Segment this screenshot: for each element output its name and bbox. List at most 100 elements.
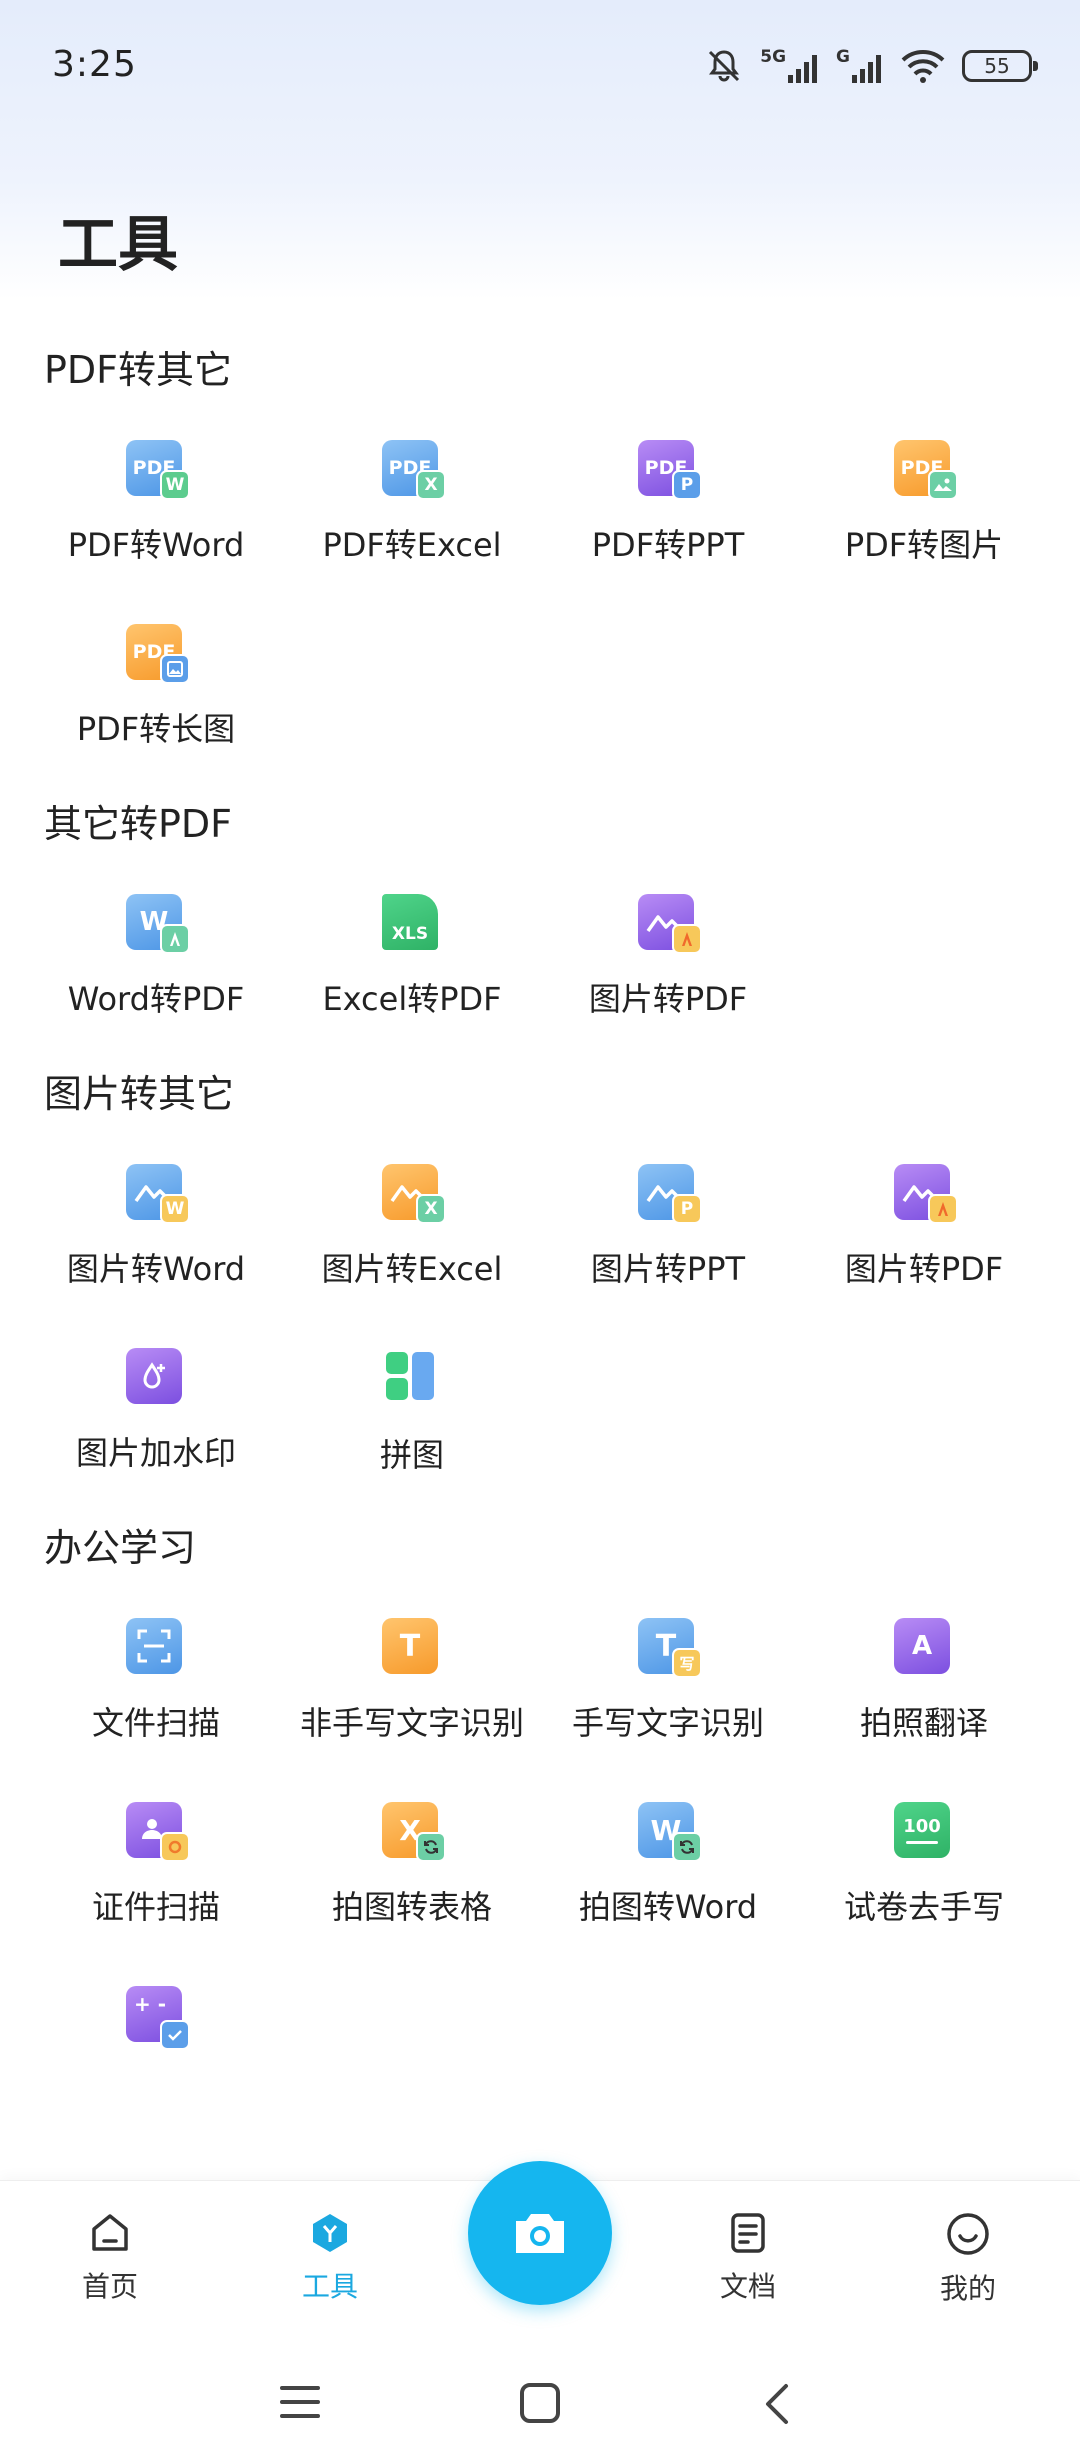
smiley-profile-icon	[947, 2213, 989, 2255]
icon-main: T	[382, 1618, 438, 1674]
network-g-label: G	[836, 47, 850, 67]
nav-docs[interactable]: 文档	[688, 2211, 808, 2305]
refresh-badge-icon	[416, 1832, 446, 1862]
tool-photo-translate[interactable]: A 拍照翻译	[796, 1618, 1052, 1744]
tool-pdf-to-image[interactable]: PDF PDF转图片	[796, 440, 1052, 566]
pdf-to-ppt-icon: PDF P	[638, 440, 702, 500]
tool-image-to-word[interactable]: W 图片转Word	[28, 1164, 284, 1290]
section-title: 图片转其它	[44, 1072, 235, 1116]
status-bar: 3:25 5G G 55	[0, 0, 1080, 130]
tool-image-to-ppt[interactable]: P 图片转PPT	[540, 1164, 796, 1290]
tool-id-scan[interactable]: 证件扫描	[28, 1802, 284, 1928]
status-time: 3:25	[52, 44, 137, 85]
tool-erase-handwriting[interactable]: 100 试卷去手写	[796, 1802, 1052, 1928]
tool-image-to-excel[interactable]: X 图片转Excel	[284, 1164, 540, 1290]
image-to-excel-icon: X	[382, 1164, 446, 1224]
collage-icon	[382, 1348, 442, 1408]
tool-label: 非手写文字识别	[299, 1704, 524, 1742]
tool-document-scan[interactable]: 文件扫描	[28, 1618, 284, 1744]
tool-image-watermark[interactable]: 图片加水印	[28, 1348, 284, 1474]
tool-label: 图片加水印	[75, 1434, 236, 1472]
tool-pdf-to-word[interactable]: PDF W PDF转Word	[28, 440, 284, 566]
icon-badge: P	[672, 1194, 702, 1224]
signal-g-icon: G	[836, 47, 884, 85]
section-title: 其它转PDF	[44, 802, 233, 846]
system-nav-bar	[0, 2340, 1080, 2460]
score-text: 100	[903, 1816, 941, 1837]
tool-pdf-to-ppt[interactable]: PDF P PDF转PPT	[540, 440, 796, 566]
calculator-icon: + -	[126, 1986, 190, 2050]
section-pdf-to-other: PDF转其它 PDF W PDF转Word PDF X PDF转Excel PD…	[0, 330, 1080, 784]
long-image-badge-icon	[160, 654, 190, 684]
tools-hexagon-icon	[313, 2214, 347, 2252]
pdf-to-long-image-icon: PDF	[126, 624, 190, 684]
bottom-nav: 首页 工具 文档 我的	[0, 2161, 1080, 2340]
tool-photo-to-word[interactable]: W 拍图转Word	[540, 1802, 796, 1928]
tool-photo-to-table[interactable]: X 拍图转表格	[284, 1802, 540, 1928]
camera-button[interactable]	[468, 2161, 612, 2305]
image-to-pdf-icon	[638, 894, 702, 954]
nav-home[interactable]: 首页	[50, 2211, 170, 2305]
icon-badge: X	[416, 470, 446, 500]
tool-label: 图片转PDF	[844, 1250, 1004, 1288]
image-badge-icon	[928, 470, 958, 500]
nav-label: 首页	[81, 2270, 138, 2303]
page-title: 工具	[58, 210, 178, 280]
scan-icon	[126, 1618, 186, 1676]
icon-main: 100	[894, 1802, 950, 1858]
nav-mine[interactable]: 我的	[908, 2211, 1028, 2307]
section-title: 办公学习	[44, 1526, 197, 1570]
signal-5g-icon: 5G	[760, 47, 820, 85]
back-chevron-icon[interactable]	[760, 2382, 796, 2426]
icon-main: XLS	[382, 894, 438, 950]
tool-pdf-to-excel[interactable]: PDF X PDF转Excel	[284, 440, 540, 566]
icon-badge: W	[160, 470, 190, 500]
tool-label: PDF转Word	[67, 526, 245, 564]
menu-icon[interactable]	[278, 2382, 322, 2422]
tool-label: Word转PDF	[67, 980, 245, 1018]
watermark-icon	[126, 1348, 186, 1406]
tool-calculator[interactable]: + -	[28, 1986, 284, 2112]
acrobat-badge-icon	[672, 924, 702, 954]
check-badge-icon	[160, 2020, 190, 2050]
tool-label: 拍图转Word	[578, 1888, 758, 1926]
nav-label: 我的	[939, 2272, 996, 2305]
status-icons: 5G G 55	[704, 44, 1038, 88]
tool-label: 拍照翻译	[859, 1704, 988, 1742]
pdf-to-image-icon: PDF	[894, 440, 958, 500]
text-ocr-icon: T	[382, 1618, 442, 1676]
icon-badge: 写	[672, 1648, 702, 1678]
scan-frame-icon	[126, 1618, 182, 1674]
tool-excel-to-pdf[interactable]: XLS Excel转PDF	[284, 894, 540, 1020]
pdf-to-excel-icon: PDF X	[382, 440, 446, 500]
tool-label: PDF转PPT	[591, 526, 745, 564]
tool-label: 手写文字识别	[571, 1704, 764, 1742]
home-square-icon[interactable]	[518, 2382, 562, 2424]
tool-image-to-pdf-2[interactable]: 图片转PDF	[796, 1164, 1052, 1290]
tool-handwriting-ocr[interactable]: T 写 手写文字识别	[540, 1618, 796, 1744]
tool-text-ocr[interactable]: T 非手写文字识别	[284, 1618, 540, 1744]
word-to-pdf-icon: W	[126, 894, 190, 954]
icon-badge: P	[672, 470, 702, 500]
camera-icon	[516, 2214, 564, 2253]
exam-paper-icon: 100	[894, 1802, 954, 1860]
tool-label: 试卷去手写	[843, 1888, 1004, 1926]
image-to-word-icon: W	[126, 1164, 190, 1224]
nav-tools[interactable]: 工具	[270, 2211, 390, 2305]
nav-label: 工具	[301, 2270, 358, 2303]
tool-collage[interactable]: 拼图	[284, 1348, 540, 1474]
tools-page: 3:25 5G G 55 工具 PDF转其它 PDF W PDF转Word PD…	[0, 0, 1080, 2460]
tool-label: 文件扫描	[91, 1704, 220, 1742]
tool-label: 图片转PDF	[588, 980, 748, 1018]
tool-pdf-to-long-image[interactable]: PDF PDF转长图	[28, 624, 284, 750]
camera-badge-icon	[160, 1832, 190, 1862]
icon-main: A	[894, 1618, 950, 1674]
tool-label: 图片转PPT	[590, 1250, 746, 1288]
tool-image-to-pdf[interactable]: 图片转PDF	[540, 894, 796, 1020]
water-drop-icon	[126, 1348, 182, 1404]
tool-word-to-pdf[interactable]: W Word转PDF	[28, 894, 284, 1020]
home-icon	[92, 2214, 128, 2251]
tool-label: PDF转图片	[844, 526, 1004, 564]
image-to-ppt-icon: P	[638, 1164, 702, 1224]
handwriting-ocr-icon: T 写	[638, 1618, 702, 1678]
